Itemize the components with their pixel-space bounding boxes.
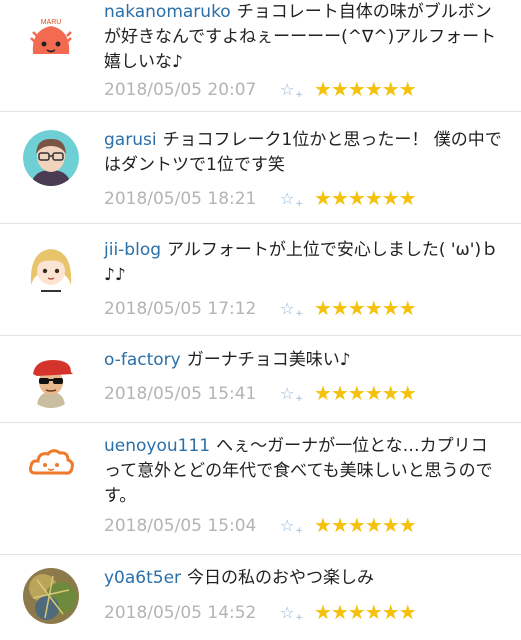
username-link[interactable]: jii-blog [104, 240, 161, 260]
comment-item: jii-blog アルフォートが上位で安心しました( 'ω')ｂ♪♪ 2018/0… [0, 224, 521, 336]
add-star-button[interactable]: ☆+ [280, 601, 303, 630]
comment-body: nakanomaruko チョコレート自体の味がブルボンが好きなんですよねぇーーー… [104, 0, 504, 75]
star-icon: ★ [347, 600, 366, 624]
star-icon: ★ [364, 296, 383, 320]
comment-body: garusi チョコフレーク1位かと思ったー！ 僕の中ではダントツで1位です笑 [104, 128, 504, 178]
photo-thumbnail-icon[interactable] [23, 568, 79, 624]
star-icon: ★ [330, 296, 349, 320]
star-icon: ★ [314, 296, 332, 320]
star-rating: ★★★★★★ [314, 600, 417, 624]
add-star-button[interactable]: ☆+ [280, 297, 303, 326]
comment-body: o-factory ガーナチョコ美味い♪ [104, 348, 504, 373]
star-icon: ★ [381, 296, 400, 320]
comment-timestamp[interactable]: 2018/05/05 20:07 [104, 78, 256, 102]
star-icon: ★ [398, 600, 417, 624]
star-icon: ★ [364, 77, 383, 101]
username-link[interactable]: garusi [104, 130, 157, 150]
star-icon: ★ [398, 186, 417, 210]
maru-character-icon[interactable]: MARU [23, 12, 79, 68]
star-icon: ★ [314, 77, 332, 101]
star-icon: ★ [314, 513, 332, 537]
comment-text: アルフォートが上位で安心しました( 'ω')ｂ♪♪ [104, 240, 499, 285]
star-rating: ★★★★★★ [314, 186, 417, 210]
star-icon: ★ [347, 381, 366, 405]
comment-item: uenoyou111 へぇ～ガーナが一位とな…カプリコって意外とどの年代で食べても… [0, 423, 521, 555]
username-link[interactable]: o-factory [104, 350, 181, 370]
comment-item: garusi チョコフレーク1位かと思ったー！ 僕の中ではダントツで1位です笑 2… [0, 112, 521, 224]
star-icon: ★ [364, 513, 383, 537]
username-link[interactable]: uenoyou111 [104, 436, 210, 456]
comment-item: MARU nakanomaruko チョコレート自体の味がブルボンが好きなんですよ… [0, 0, 521, 112]
star-icon: ★ [330, 513, 349, 537]
star-icon: ★ [381, 513, 400, 537]
star-icon: ★ [364, 600, 383, 624]
star-icon: ★ [398, 513, 417, 537]
svg-text:MARU: MARU [41, 19, 62, 26]
star-icon: ★ [398, 296, 417, 320]
star-icon: ★ [330, 186, 349, 210]
comment-meta: 2018/05/05 15:41 ☆+ ★★★★★★ [104, 381, 504, 406]
comment-meta: 2018/05/05 17:12 ☆+ ★★★★★★ [104, 296, 504, 321]
star-icon: ★ [314, 186, 332, 210]
star-icon: ★ [381, 381, 400, 405]
star-icon: ★ [381, 186, 400, 210]
comment-timestamp[interactable]: 2018/05/05 18:21 [104, 187, 256, 211]
star-icon: ★ [347, 513, 366, 537]
comment-meta: 2018/05/05 20:07 ☆+ ★★★★★★ [104, 77, 504, 102]
star-icon: ★ [347, 296, 366, 320]
comment-timestamp[interactable]: 2018/05/05 15:41 [104, 382, 256, 406]
comment-text: 今日の私のおやつ楽しみ [187, 568, 375, 588]
star-icon: ★ [364, 186, 383, 210]
star-icon: ★ [347, 186, 366, 210]
star-icon: ★ [347, 77, 366, 101]
comment-meta: 2018/05/05 18:21 ☆+ ★★★★★★ [104, 186, 504, 211]
star-icon: ★ [330, 600, 349, 624]
star-icon: ★ [330, 381, 349, 405]
star-icon: ★ [398, 77, 417, 101]
star-icon: ★ [398, 381, 417, 405]
blonde-girl-icon[interactable] [23, 241, 79, 297]
add-star-button[interactable]: ☆+ [280, 187, 303, 216]
add-star-button[interactable]: ☆+ [280, 382, 303, 411]
orange-cloud-icon[interactable] [23, 437, 79, 493]
sunglasses-man-icon[interactable] [23, 352, 79, 408]
star-icon: ★ [330, 77, 349, 101]
comment-item: y0a6t5er 今日の私のおやつ楽しみ 2018/05/05 14:52 ☆+ … [0, 555, 521, 640]
comment-text: チョコフレーク1位かと思ったー！ 僕の中ではダントツで1位です笑 [104, 130, 502, 175]
star-icon: ★ [364, 381, 383, 405]
star-icon: ★ [381, 600, 400, 624]
star-rating: ★★★★★★ [314, 513, 417, 537]
comment-item: o-factory ガーナチョコ美味い♪ 2018/05/05 15:41 ☆+ … [0, 336, 521, 423]
comment-timestamp[interactable]: 2018/05/05 14:52 [104, 601, 256, 625]
star-icon: ★ [381, 77, 400, 101]
comment-timestamp[interactable]: 2018/05/05 17:12 [104, 297, 256, 321]
comment-meta: 2018/05/05 14:52 ☆+ ★★★★★★ [104, 600, 504, 625]
star-rating: ★★★★★★ [314, 296, 417, 320]
comment-meta: 2018/05/05 15:04 ☆+ ★★★★★★ [104, 513, 504, 538]
add-star-button[interactable]: ☆+ [280, 514, 303, 543]
comment-body: y0a6t5er 今日の私のおやつ楽しみ [104, 566, 504, 591]
glasses-person-icon[interactable] [23, 130, 79, 186]
comment-body: uenoyou111 へぇ～ガーナが一位とな…カプリコって意外とどの年代で食べても… [104, 434, 504, 509]
star-rating: ★★★★★★ [314, 77, 417, 101]
star-rating: ★★★★★★ [314, 381, 417, 405]
username-link[interactable]: nakanomaruko [104, 2, 231, 22]
comment-timestamp[interactable]: 2018/05/05 15:04 [104, 514, 256, 538]
username-link[interactable]: y0a6t5er [104, 568, 181, 588]
star-icon: ★ [314, 381, 332, 405]
comment-text: ガーナチョコ美味い♪ [186, 350, 351, 370]
comment-list: MARU nakanomaruko チョコレート自体の味がブルボンが好きなんですよ… [0, 0, 521, 640]
add-star-button[interactable]: ☆+ [280, 78, 303, 107]
comment-body: jii-blog アルフォートが上位で安心しました( 'ω')ｂ♪♪ [104, 238, 504, 288]
star-icon: ★ [314, 600, 332, 624]
